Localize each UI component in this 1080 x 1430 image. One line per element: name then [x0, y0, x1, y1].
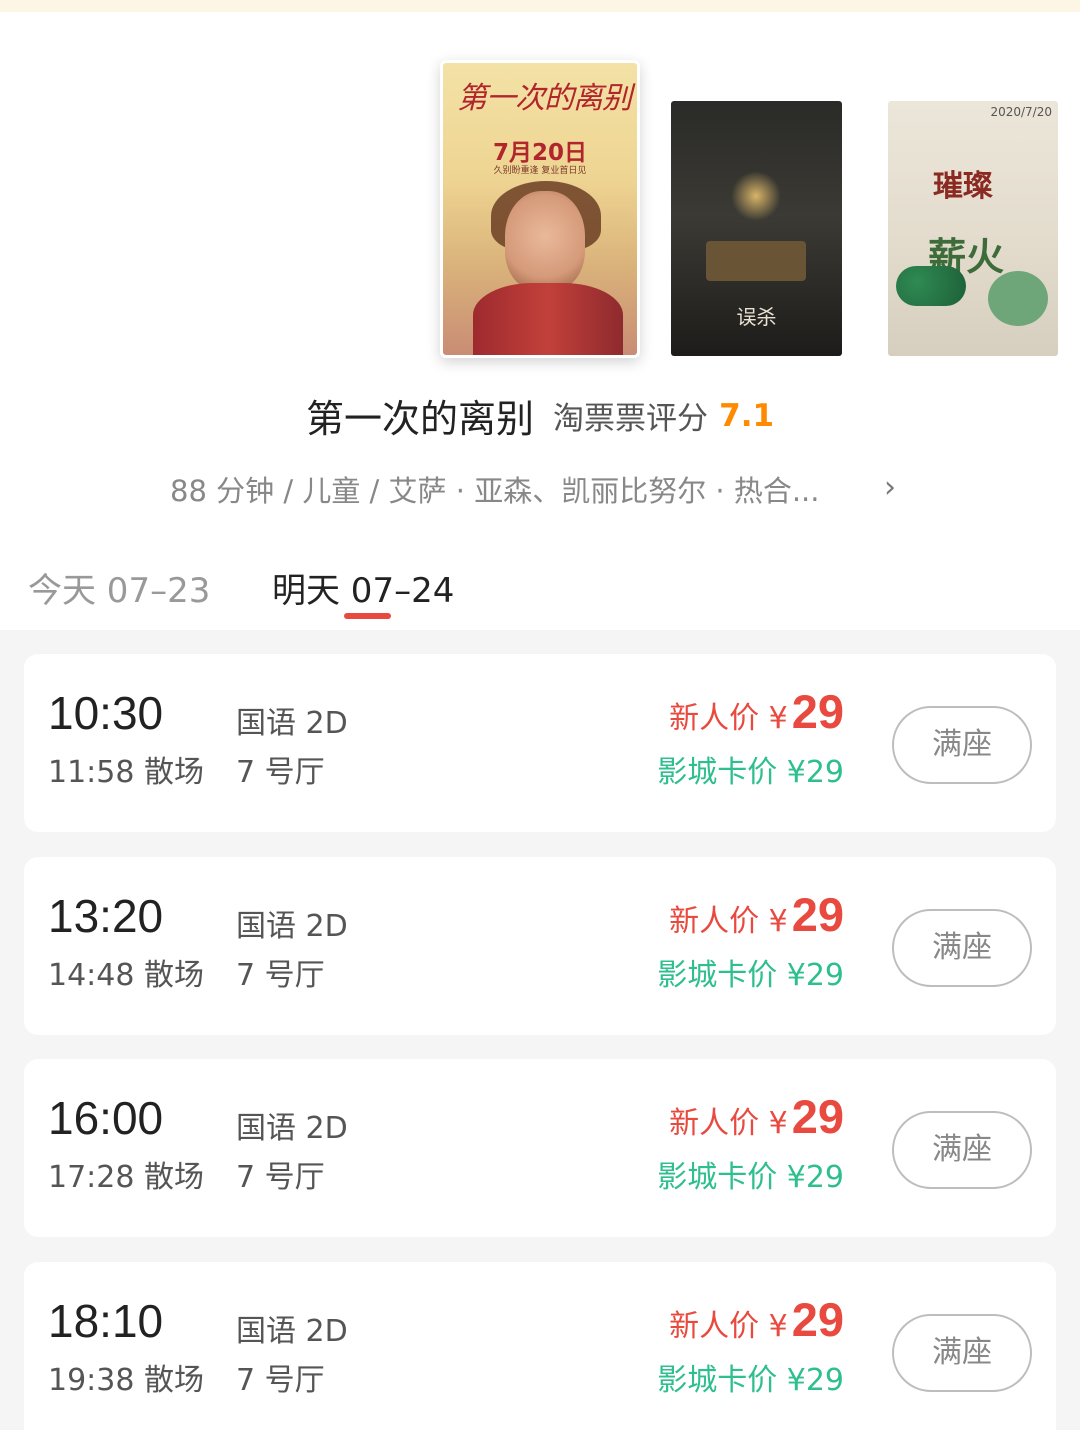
end-time: 14:48 散场: [48, 958, 204, 993]
poster-tagline: 久别盼重逢 复业首日见: [493, 166, 587, 176]
card-price: 影城卡价 ¥29: [657, 1363, 844, 1398]
showtime-card[interactable]: 13:20 14:48 散场 国语 2D 7 号厅 新人价 ¥29 影城卡价 ¥…: [24, 857, 1056, 1035]
tab-today[interactable]: 今天 07–23: [28, 563, 210, 612]
new-user-price: 新人价 ¥29: [644, 887, 844, 942]
start-time: 18:10: [48, 1295, 164, 1347]
poster-title: 误杀: [736, 305, 777, 329]
price-value: 29: [791, 1293, 844, 1346]
active-tab-indicator: [344, 613, 391, 619]
movie-name: 第一次的离别: [305, 397, 534, 441]
sold-out-button[interactable]: 满座: [892, 1314, 1032, 1392]
showtime-card[interactable]: 16:00 17:28 散场 国语 2D 7 号厅 新人价 ¥29 影城卡价 ¥…: [24, 1059, 1056, 1237]
poster-art: [988, 271, 1048, 326]
price-label: 新人价 ¥: [669, 1106, 788, 1141]
language-format: 国语 2D: [236, 909, 348, 944]
rating-label: 淘票票评分: [553, 401, 709, 437]
sold-out-button[interactable]: 满座: [892, 1111, 1032, 1189]
hall: 7 号厅: [236, 1160, 325, 1195]
price-label: 新人价 ¥: [669, 701, 788, 736]
hall: 7 号厅: [236, 958, 325, 993]
poster-date: 2020/7/20: [990, 105, 1052, 119]
language-format: 国语 2D: [236, 1314, 348, 1349]
date-tabs: 今天 07–23 明天 07–24: [0, 555, 1080, 630]
price-label: 新人价 ¥: [669, 904, 788, 939]
poster-art: [896, 266, 966, 306]
card-price: 影城卡价 ¥29: [657, 958, 844, 993]
end-time: 17:28 散场: [48, 1160, 204, 1195]
new-user-price: 新人价 ¥29: [644, 1089, 844, 1144]
start-time: 13:20: [48, 890, 164, 942]
poster-selected[interactable]: 第一次的离别 7月20日 久别盼重逢 复业首日见: [440, 60, 640, 358]
price-label: 新人价 ¥: [669, 1309, 788, 1344]
price-value: 29: [791, 1090, 844, 1143]
poster-3[interactable]: 2020/7/20 璀璨 薪火: [888, 101, 1058, 356]
chevron-right-icon[interactable]: ›: [884, 470, 896, 505]
showtime-card[interactable]: 18:10 19:38 散场 国语 2D 7 号厅 新人价 ¥29 影城卡价 ¥…: [24, 1262, 1056, 1430]
new-user-price: 新人价 ¥29: [644, 1292, 844, 1347]
sold-out-button[interactable]: 满座: [892, 706, 1032, 784]
movie-title-row: 第一次的离别 淘票票评分 7.1: [0, 388, 1080, 443]
poster-art: [473, 283, 623, 355]
sold-out-button[interactable]: 满座: [892, 909, 1032, 987]
tab-tomorrow[interactable]: 明天 07–24: [272, 563, 454, 612]
new-user-price: 新人价 ¥29: [644, 684, 844, 739]
poster-title: 璀璨: [933, 169, 993, 204]
end-time: 19:38 散场: [48, 1363, 204, 1398]
showtime-card[interactable]: 10:30 11:58 散场 国语 2D 7 号厅 新人价 ¥29 影城卡价 ¥…: [24, 654, 1056, 832]
start-time: 10:30: [48, 687, 164, 739]
movie-meta[interactable]: 88 分钟 / 儿童 / 艾萨 · 亚森、凯丽比努尔 · 热合...: [170, 468, 910, 510]
language-format: 国语 2D: [236, 706, 348, 741]
end-time: 11:58 散场: [48, 755, 204, 790]
price-value: 29: [791, 888, 844, 941]
start-time: 16:00: [48, 1092, 164, 1144]
rating-value: 7.1: [719, 397, 775, 434]
card-price: 影城卡价 ¥29: [657, 755, 844, 790]
poster-art: [505, 191, 585, 291]
poster-art: [731, 171, 781, 221]
hall: 7 号厅: [236, 755, 325, 790]
poster-art: [706, 241, 806, 281]
price-value: 29: [791, 685, 844, 738]
poster-2[interactable]: 误杀: [671, 101, 842, 356]
hall: 7 号厅: [236, 1363, 325, 1398]
card-price: 影城卡价 ¥29: [657, 1160, 844, 1195]
language-format: 国语 2D: [236, 1111, 348, 1146]
top-banner: [0, 0, 1080, 12]
poster-date: 7月20日: [492, 140, 587, 166]
poster-title: 第一次的离别: [457, 81, 632, 116]
